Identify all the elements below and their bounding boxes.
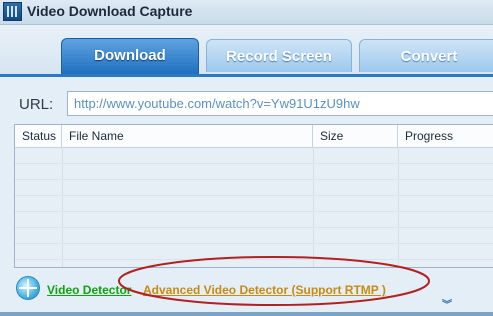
tab-record-screen[interactable]: Record Screen (206, 39, 352, 72)
column-header-size[interactable]: Size (313, 125, 398, 147)
window-title: Video Download Capture (27, 3, 193, 19)
table-row (15, 164, 493, 180)
url-input[interactable] (67, 91, 493, 116)
highlight-ellipse (118, 256, 430, 306)
url-label: URL: (19, 96, 54, 113)
tab-download[interactable]: Download (61, 38, 199, 74)
table-row (15, 148, 493, 164)
column-header-file-name[interactable]: File Name (62, 125, 313, 147)
title-bar: Video Download Capture (0, 0, 493, 25)
tab-convert[interactable]: Convert (359, 39, 493, 72)
download-table: Status File Name Size Progress (14, 124, 493, 268)
table-row (15, 212, 493, 228)
table-header: Status File Name Size Progress (15, 125, 493, 148)
bottom-border (0, 312, 493, 316)
detector-icon[interactable] (16, 276, 40, 300)
double-chevron-down-icon[interactable]: ︾ (442, 296, 452, 311)
table-row (15, 228, 493, 244)
table-row (15, 196, 493, 212)
tab-bar: Download Record Screen Convert (0, 25, 493, 77)
table-row (15, 180, 493, 196)
film-icon (3, 2, 22, 21)
column-header-status[interactable]: Status (15, 125, 62, 147)
column-header-progress[interactable]: Progress (398, 125, 493, 147)
